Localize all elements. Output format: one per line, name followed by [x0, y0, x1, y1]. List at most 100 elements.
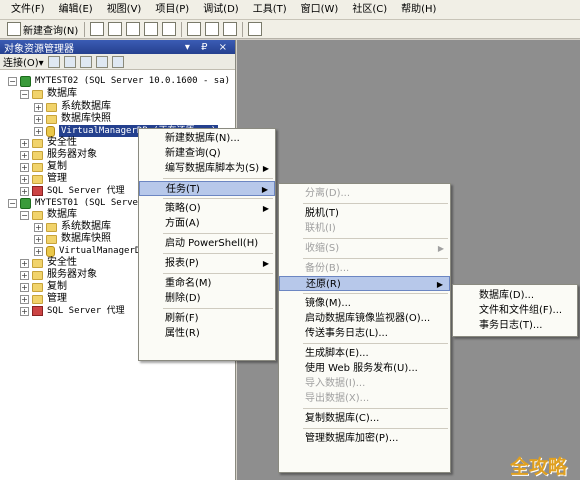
menu-item[interactable]: 窗口(W): [294, 0, 346, 20]
tasks-menu-item[interactable]: 还原(R) ▶: [279, 276, 450, 291]
tree-node-label: SQL Server 代理: [47, 306, 125, 316]
expand-icon[interactable]: +: [34, 234, 43, 244]
connect-icon[interactable]: [47, 55, 60, 68]
expand-icon[interactable]: +: [20, 270, 29, 280]
xml-query-icon[interactable]: [162, 22, 177, 36]
tasks-menu-item: 收缩(S) ▶: [279, 241, 450, 256]
context-menu-item[interactable]: 刷新(F): [139, 311, 275, 326]
tree-node[interactable]: + 复制: [20, 281, 67, 293]
stop-icon[interactable]: [79, 55, 92, 68]
expand-icon[interactable]: +: [34, 222, 43, 232]
disconnect-icon[interactable]: [63, 55, 76, 68]
menu-item[interactable]: 调试(D): [196, 0, 246, 20]
connect-button[interactable]: 连接(O)▾: [3, 54, 44, 69]
context-menu-item[interactable]: 报表(P) ▶: [139, 256, 275, 271]
restore-menu-item[interactable]: 事务日志(T)...: [453, 318, 577, 333]
context-menu-item[interactable]: 重命名(M): [139, 276, 275, 291]
sql-agent-icon: [32, 306, 43, 316]
database-icon: [46, 245, 55, 257]
expand-icon[interactable]: +: [20, 186, 29, 196]
menu-separator: [303, 238, 448, 239]
menu-item[interactable]: 帮助(H): [394, 0, 443, 20]
tree-node[interactable]: + 管理: [20, 293, 67, 305]
expand-icon[interactable]: +: [20, 174, 29, 184]
context-menu-item[interactable]: 编写数据库脚本为(S) ▶: [139, 161, 275, 176]
expand-icon[interactable]: +: [20, 282, 29, 292]
tasks-menu-item[interactable]: 管理数据库加密(P)...: [279, 431, 450, 446]
tasks-menu-item[interactable]: 脱机(T): [279, 206, 450, 221]
tree-node[interactable]: − MYTEST01 (SQL Server 10: [8, 197, 160, 209]
panel-controls[interactable]: ▾ ₽ ×: [185, 42, 231, 53]
menu-item-label: 任务(T): [166, 184, 200, 195]
expand-icon[interactable]: +: [20, 258, 29, 268]
menu-item[interactable]: 社区(C): [345, 0, 394, 20]
expand-icon[interactable]: +: [20, 306, 29, 316]
tree-node[interactable]: + 安全性: [20, 257, 77, 269]
expand-icon[interactable]: +: [34, 126, 43, 136]
save-icon[interactable]: [205, 22, 220, 36]
tree-node-label: 数据库: [47, 209, 77, 220]
collapse-icon[interactable]: −: [20, 210, 29, 220]
tree-node-label: 系统数据库: [61, 221, 111, 232]
menu-item[interactable]: 文件(F): [4, 0, 52, 20]
tree-node[interactable]: + 系统数据库: [34, 101, 111, 113]
open-folder-icon[interactable]: [187, 22, 202, 36]
context-menu-item[interactable]: 新建数据库(N)...: [139, 131, 275, 146]
expand-icon[interactable]: +: [20, 162, 29, 172]
tree-node[interactable]: + 数据库快照: [34, 233, 111, 245]
filter-icon[interactable]: [95, 55, 108, 68]
expand-icon[interactable]: +: [20, 294, 29, 304]
tasks-menu-item[interactable]: 使用 Web 服务发布(U)...: [279, 361, 450, 376]
menu-item[interactable]: 工具(T): [246, 0, 294, 20]
mdx-query-icon[interactable]: [144, 22, 159, 36]
save-all-icon[interactable]: [223, 22, 238, 36]
context-menu-item[interactable]: 策略(O) ▶: [139, 201, 275, 216]
expand-icon[interactable]: +: [34, 102, 43, 112]
tree-node[interactable]: + 管理: [20, 173, 67, 185]
expand-icon[interactable]: +: [20, 138, 29, 148]
tree-node[interactable]: + SQL Server 代理: [20, 305, 125, 317]
context-menu-item[interactable]: 属性(R): [139, 326, 275, 341]
database-engine-query-icon[interactable]: [108, 22, 123, 36]
tree-node[interactable]: + SQL Server 代理: [20, 185, 125, 197]
expand-icon[interactable]: +: [34, 114, 43, 124]
menu-item[interactable]: 视图(V): [100, 0, 149, 20]
refresh-icon[interactable]: [111, 55, 124, 68]
tasks-menu-item[interactable]: 生成脚本(E)...: [279, 346, 450, 361]
folder-icon: [46, 222, 57, 232]
menu-item[interactable]: 编辑(E): [52, 0, 100, 20]
menu-item[interactable]: 项目(P): [148, 0, 196, 20]
collapse-icon[interactable]: −: [20, 89, 29, 99]
context-menu-item[interactable]: 方面(A): [139, 216, 275, 231]
tree-node[interactable]: + 复制: [20, 161, 67, 173]
activity-monitor-icon[interactable]: [248, 22, 263, 36]
context-menu-item[interactable]: 任务(T) ▶: [139, 181, 275, 196]
menu-item-label: 数据库(D)...: [479, 290, 535, 301]
context-menu-item[interactable]: 删除(D): [139, 291, 275, 306]
submenu-arrow-icon: ▶: [436, 280, 443, 289]
expand-icon[interactable]: +: [34, 246, 43, 256]
tree-node[interactable]: − 数据库: [20, 88, 77, 100]
collapse-icon[interactable]: −: [8, 198, 17, 208]
tasks-menu-item[interactable]: 镜像(M)...: [279, 296, 450, 311]
context-menu-item[interactable]: 新建查询(Q): [139, 146, 275, 161]
tree-node[interactable]: − 数据库: [20, 209, 77, 221]
analysis-query-icon[interactable]: [126, 22, 141, 36]
collapse-icon[interactable]: −: [8, 76, 17, 86]
context-menu-item[interactable]: 启动 PowerShell(H): [139, 236, 275, 251]
new-file-icon[interactable]: [90, 22, 105, 36]
tree-node[interactable]: + 数据库快照: [34, 113, 111, 125]
tree-node[interactable]: − MYTEST02 (SQL Server 10.0.1600 - sa): [8, 75, 230, 87]
new-query-button[interactable]: 新建查询(N): [2, 21, 81, 37]
restore-menu-item[interactable]: 数据库(D)...: [453, 288, 577, 303]
tree-node[interactable]: + VirtualManagerDB: [34, 245, 146, 257]
restore-menu-item[interactable]: 文件和文件组(F)...: [453, 303, 577, 318]
tasks-menu-item[interactable]: 复制数据库(C)...: [279, 411, 450, 426]
tree-node[interactable]: + 系统数据库: [34, 221, 111, 233]
tasks-menu-item[interactable]: 启动数据库镜像监视器(O)...: [279, 311, 450, 326]
tree-node[interactable]: + 服务器对象: [20, 149, 97, 161]
tree-node[interactable]: + 安全性: [20, 137, 77, 149]
tree-node[interactable]: + 服务器对象: [20, 269, 97, 281]
tasks-menu-item[interactable]: 传送事务日志(L)...: [279, 326, 450, 341]
expand-icon[interactable]: +: [20, 150, 29, 160]
